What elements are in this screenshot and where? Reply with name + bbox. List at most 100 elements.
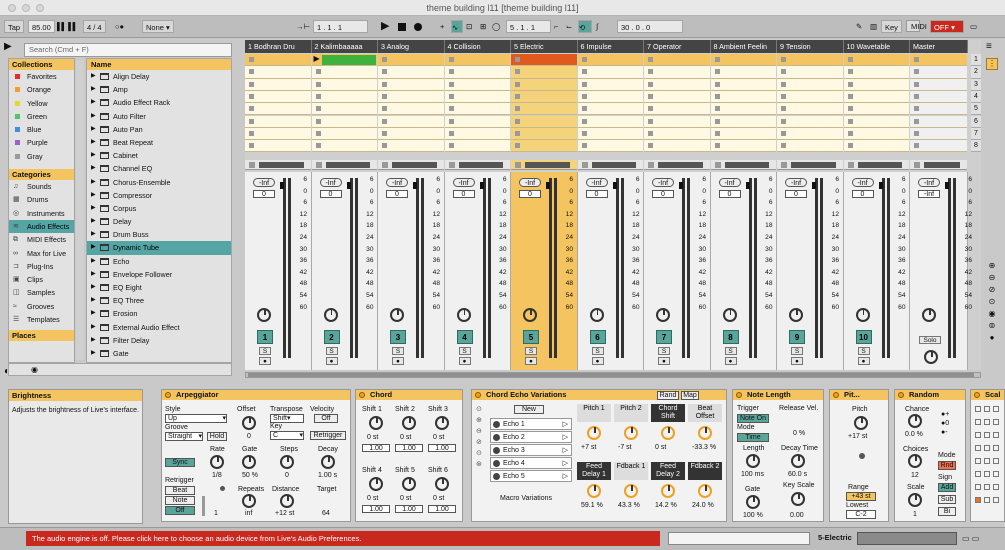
browser-item[interactable]: ▶ Gate [87,347,231,360]
punch-out-icon[interactable]: ⌙ [566,20,572,33]
clip-slot[interactable] [444,54,510,67]
browser-item[interactable]: ▶ EQ Eight [87,281,231,294]
retrigger-off-button[interactable]: Off [165,506,195,515]
velocity-retrigger-button[interactable]: Retrigger [310,431,346,440]
track-activator-button[interactable]: 8 [722,330,739,344]
clip-slot[interactable] [577,78,643,91]
play-icon[interactable]: ▶ [381,20,389,33]
clip-stop-button-icon[interactable] [648,69,653,75]
expand-triangle-icon[interactable]: ▶ [91,189,96,202]
clip-stop-button-icon[interactable] [515,106,520,112]
chain-play-icon[interactable]: ▷ [563,419,568,430]
capture-icon[interactable]: ⊞ [480,20,486,33]
macro-knob[interactable] [587,484,601,498]
browser-search-input[interactable]: Search (Cmd + F) [24,43,232,57]
clip-slot[interactable] [511,66,577,79]
scene-number[interactable]: 3 [971,78,981,91]
record-icon[interactable] [414,23,422,31]
scale-grid-cell[interactable] [993,406,999,412]
clip-slot[interactable] [444,78,510,91]
macro-knob[interactable] [698,484,712,498]
velocity-toggle[interactable]: Off [314,414,338,423]
stop-clips-icon[interactable] [315,162,322,168]
volume-value-field[interactable]: 0 [785,190,807,198]
clip-stop-button-icon[interactable] [847,93,853,99]
clip-slot[interactable] [710,103,776,116]
volume-value-field[interactable]: 0 [253,190,275,198]
browser-item[interactable]: ▶ Envelope Follower [87,268,231,281]
clip-stop-button-icon[interactable] [781,81,786,87]
browser-item[interactable]: ▶ Audio Effect Rack [87,96,231,109]
clip-slot[interactable] [710,54,776,67]
shift-velocity-field[interactable]: 1.00 [428,444,456,452]
clip-stop-button-icon[interactable] [515,93,520,99]
browser-item[interactable]: ▶ Beat Repeat [87,136,231,149]
arm-button[interactable]: ● [857,357,870,365]
sign-sub-button[interactable]: Sub [938,495,956,504]
clip-slot[interactable] [311,140,377,153]
automation-arm-icon[interactable]: ∿ [451,20,463,33]
volume-fader[interactable] [679,182,683,189]
random-mode-button[interactable]: Rnd [938,461,956,470]
peak-level-display[interactable]: -Inf [851,178,874,187]
loop-start-field[interactable]: 5 . 1 . 1 [506,20,551,33]
browser-item[interactable]: ▶ Corpus [87,202,231,215]
key-scale-knob[interactable] [791,492,805,506]
chance-knob[interactable] [908,414,922,428]
arm-button[interactable]: ● [791,357,803,365]
peak-level-display[interactable]: -Inf [319,178,342,187]
chain-activator-icon[interactable] [493,434,500,441]
device-power-icon[interactable] [475,392,481,398]
scale-grid-cell[interactable] [975,445,981,451]
browser-item[interactable]: ▶ Auto Filter [87,110,231,123]
clip-stop-button-icon[interactable] [847,81,853,87]
chain-activator-icon[interactable] [493,460,500,467]
length-knob[interactable] [746,454,760,468]
track-activator-button[interactable]: 4 [456,330,473,344]
clip-slot[interactable] [777,140,843,153]
volume-value-field[interactable]: 0 [319,190,342,198]
clip-stop-button-icon[interactable] [448,81,454,87]
shift-velocity-field[interactable]: 1.00 [362,444,390,452]
map-button[interactable]: Map [681,391,699,400]
repeats-knob[interactable] [242,494,256,508]
clip-stop-button-icon[interactable] [249,57,254,62]
clip-slot[interactable] [245,127,311,141]
clip-slot[interactable] [311,127,377,141]
expand-triangle-icon[interactable]: ▶ [91,176,96,189]
peak-level-display[interactable]: -Inf [785,178,807,187]
expand-triangle-icon[interactable]: ▶ [91,281,96,294]
track-stop-row[interactable] [644,160,710,170]
clip-stop-button-icon[interactable] [448,130,454,136]
tap-button[interactable]: Tap [4,20,25,33]
lowest-field[interactable]: C-2 [846,510,876,519]
peak-level-display[interactable]: -Inf [386,178,408,187]
clip-stop-button-icon[interactable] [714,118,720,124]
scale-grid-cell[interactable] [975,458,981,464]
shift-velocity-field[interactable]: 1.00 [395,505,423,513]
retrigger-beat-button[interactable]: Beat [165,486,195,495]
solo-button[interactable]: S [857,347,870,355]
category-item[interactable]: ◎ Instruments [9,207,74,220]
sync-toggle[interactable]: Sync [165,458,195,467]
browser-item[interactable]: ▶ Delay [87,215,231,228]
track-stop-row[interactable] [378,160,444,170]
volume-value-field[interactable]: 0 [519,190,541,198]
clip-slot[interactable] [843,78,909,91]
new-variation-button[interactable]: New [514,405,544,414]
clip-stop-button-icon[interactable] [515,143,520,149]
shift-knob[interactable] [402,477,416,491]
clip-stop-button-icon[interactable] [382,130,387,136]
volume-value-field[interactable]: 0 [718,190,741,198]
scale-grid-cell[interactable] [975,484,981,490]
scale-grid-cell[interactable] [975,419,981,425]
clip-stop-button-icon[interactable] [448,57,454,62]
range-field[interactable]: +43 st [846,492,876,501]
expand-triangle-icon[interactable]: ▶ [91,123,96,136]
rate-knob[interactable] [210,455,224,469]
expand-triangle-icon[interactable]: ▶ [91,334,96,347]
category-item[interactable]: ∞ Max for Live [9,247,74,260]
chain-activator-icon[interactable] [493,421,500,428]
clip-stop-button-icon[interactable] [847,106,853,112]
stop-clips-icon[interactable] [914,162,920,168]
